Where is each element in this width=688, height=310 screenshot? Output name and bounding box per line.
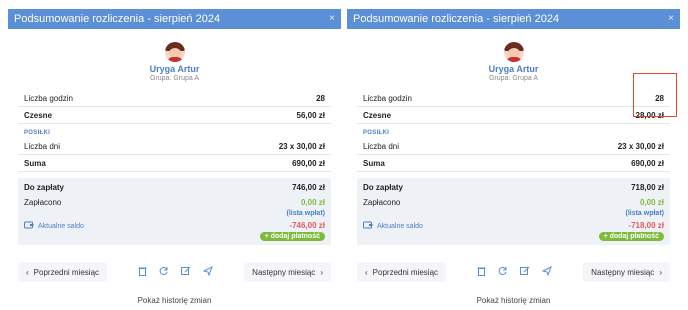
edit-icon[interactable] — [520, 266, 530, 279]
row-label: Liczba godzin — [24, 93, 73, 103]
refresh-icon[interactable] — [159, 266, 169, 279]
dialog-titlebar: Podsumowanie rozliczenia - sierpień 2024… — [347, 9, 680, 29]
wallet-icon — [24, 221, 34, 231]
avatar — [164, 42, 185, 62]
dialog-title: Podsumowanie rozliczenia - sierpień 2024 — [353, 13, 560, 25]
highlight-box — [633, 73, 677, 117]
prev-month-label: Poprzedni miesiąc — [372, 267, 439, 277]
row-value: 23 x 30,00 zł — [278, 141, 325, 151]
balance-row: Aktualne saldo -746,00 zł + dodaj płatno… — [24, 221, 325, 241]
summary-box: Do zapłaty 718,00 zł Zapłacono 0,00 zł (… — [357, 178, 670, 245]
row-sum: Suma 690,00 zł — [357, 155, 670, 172]
due-value: 746,00 zł — [292, 183, 325, 192]
send-icon[interactable] — [541, 265, 553, 279]
row-sum: Suma 690,00 zł — [18, 155, 331, 172]
prev-month-button[interactable]: ‹ Poprzedni miesiąc — [18, 262, 108, 282]
person-group: Grupa: Grupa A — [149, 75, 200, 82]
row-tuition: Czesne 56,00 zł — [18, 107, 331, 124]
paid-label: Zapłacono — [24, 198, 62, 207]
person-group: Grupa: Grupa A — [488, 75, 539, 82]
panel-footer: ‹ Poprzedni miesiąc Następny miesiąc › — [18, 262, 331, 282]
next-month-button[interactable]: Następny miesiąc › — [583, 262, 670, 282]
balance-label: Aktualne saldo — [377, 222, 423, 230]
add-payment-button[interactable]: + dodaj płatność — [598, 232, 664, 241]
paid-label: Zapłacono — [363, 198, 401, 207]
action-icons — [138, 265, 214, 279]
row-label: Liczba godzin — [363, 93, 412, 103]
summary-box: Do zapłaty 746,00 zł Zapłacono 0,00 zł (… — [18, 178, 331, 245]
row-value: 690,00 zł — [292, 158, 325, 168]
action-icons — [477, 265, 553, 279]
balance-value: -746,00 zł — [289, 221, 325, 230]
chevron-left-icon: ‹ — [365, 267, 368, 277]
avatar — [503, 42, 524, 62]
person-name[interactable]: Uryga Artur — [8, 64, 341, 74]
wallet-icon — [363, 221, 373, 231]
balance-label: Aktualne saldo — [38, 222, 84, 230]
row-label: Suma — [24, 158, 46, 168]
send-icon[interactable] — [202, 265, 214, 279]
payments-list-link[interactable]: (lista wpłat) — [363, 210, 664, 217]
next-month-label: Następny miesiąc — [591, 267, 655, 277]
row-label: Czesne — [24, 110, 53, 120]
row-label: Czesne — [363, 110, 392, 120]
row-value: 23 x 30,00 zł — [617, 141, 664, 151]
row-days: Liczba dni 23 x 30,00 zł — [18, 138, 331, 155]
settlement-panel-right: Podsumowanie rozliczenia - sierpień 2024… — [347, 9, 680, 310]
refresh-icon[interactable] — [498, 266, 508, 279]
due-label: Do zapłaty — [24, 183, 65, 192]
paid-row: Zapłacono 0,00 zł — [24, 195, 325, 210]
row-days: Liczba dni 23 x 30,00 zł — [357, 138, 670, 155]
settlement-panel-left: Podsumowanie rozliczenia - sierpień 2024… — [8, 9, 341, 310]
edit-icon[interactable] — [181, 266, 191, 279]
row-label: Liczba dni — [363, 141, 400, 151]
close-icon[interactable]: × — [668, 9, 674, 29]
next-month-label: Następny miesiąc — [252, 267, 316, 277]
section-meals: POSIŁKI — [363, 130, 390, 136]
row-value: 28 — [316, 93, 325, 103]
section-meals: POSIŁKI — [24, 130, 51, 136]
row-label: Liczba dni — [24, 141, 61, 151]
panel-footer: ‹ Poprzedni miesiąc Następny miesiąc › — [357, 262, 670, 282]
history-link[interactable]: Pokaż historię zmian — [8, 296, 341, 305]
dialog-title: Podsumowanie rozliczenia - sierpień 2024 — [14, 13, 221, 25]
dialog-titlebar: Podsumowanie rozliczenia - sierpień 2024… — [8, 9, 341, 29]
prev-month-label: Poprzedni miesiąc — [33, 267, 100, 277]
next-month-button[interactable]: Następny miesiąc › — [244, 262, 331, 282]
due-row: Do zapłaty 718,00 zł — [363, 180, 664, 195]
row-label: Suma — [363, 158, 385, 168]
paid-row: Zapłacono 0,00 zł — [363, 195, 664, 210]
trash-icon[interactable] — [138, 266, 147, 279]
person-name[interactable]: Uryga Artur — [347, 64, 680, 74]
chevron-right-icon: › — [659, 267, 662, 277]
row-tuition: Czesne 28,00 zł — [357, 107, 670, 124]
due-value: 718,00 zł — [631, 183, 664, 192]
chevron-left-icon: ‹ — [26, 267, 29, 277]
due-row: Do zapłaty 746,00 zł — [24, 180, 325, 195]
row-value: 56,00 zł — [296, 110, 325, 120]
chevron-right-icon: › — [320, 267, 323, 277]
balance-value: -718,00 zł — [628, 221, 664, 230]
prev-month-button[interactable]: ‹ Poprzedni miesiąc — [357, 262, 447, 282]
close-icon[interactable]: × — [329, 9, 335, 29]
row-hours: Liczba godzin 28 — [18, 90, 331, 107]
trash-icon[interactable] — [477, 266, 486, 279]
due-label: Do zapłaty — [363, 183, 404, 192]
history-link[interactable]: Pokaż historię zmian — [347, 296, 680, 305]
paid-value: 0,00 zł — [300, 198, 325, 207]
balance-row: Aktualne saldo -718,00 zł + dodaj płatno… — [363, 221, 664, 241]
add-payment-button[interactable]: + dodaj płatność — [259, 232, 325, 241]
row-value: 690,00 zł — [631, 158, 664, 168]
payments-list-link[interactable]: (lista wpłat) — [24, 210, 325, 217]
paid-value: 0,00 zł — [639, 198, 664, 207]
row-hours: Liczba godzin 28 — [357, 90, 670, 107]
